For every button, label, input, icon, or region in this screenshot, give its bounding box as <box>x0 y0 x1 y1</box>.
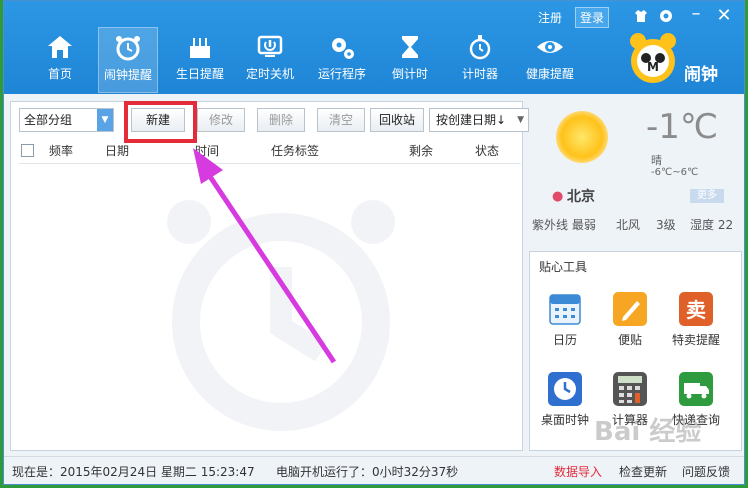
nav-alarm[interactable]: 闹钟提醒 <box>98 27 158 93</box>
tool-calendar[interactable]: 日历 <box>535 292 595 348</box>
baidu-watermark: Bai 经验 <box>594 417 702 447</box>
nav-label: 首页 <box>47 67 72 81</box>
column-header[interactable]: 任务标签 <box>271 142 319 159</box>
status-bar: 现在是：2015年02月24日 星期二 15:23:47 电脑开机运行了：0小时… <box>4 456 744 484</box>
home-icon <box>45 33 75 61</box>
tool-sticky-note[interactable]: 便贴 <box>600 292 660 348</box>
nav-label: 生日提醒 <box>175 67 224 81</box>
wind-level: 3级 <box>656 218 676 232</box>
highlight-box <box>124 101 197 143</box>
tool-sale[interactable]: 卖 特卖提醒 <box>666 292 726 348</box>
sunny-icon <box>556 111 608 163</box>
login-button[interactable]: 登录 <box>575 7 610 28</box>
sort-select[interactable]: 按创建日期↓ ▼ <box>429 108 529 132</box>
tool-desktop-clock[interactable]: 桌面时钟 <box>535 372 595 428</box>
eye-icon <box>535 33 565 61</box>
select-all-checkbox[interactable] <box>21 144 34 157</box>
nav-label: 计时器 <box>461 67 498 81</box>
nav-run-program[interactable]: 运行程序 <box>312 27 372 93</box>
nav-label: 健康提醒 <box>525 67 574 81</box>
group-select[interactable]: 全部分组 ▼ <box>19 108 114 132</box>
register-link[interactable]: 注册 <box>538 9 562 26</box>
calendar-icon <box>548 292 582 326</box>
group-select-value: 全部分组 <box>24 113 73 127</box>
uptime: 电脑开机运行了：0小时32分37秒 <box>276 465 459 479</box>
current-time: 现在是：2015年02月24日 星期二 15:23:47 <box>12 465 255 479</box>
app-window: 注册 登录 – ✕ 首页 闹钟提醒 生日提醒 定时关机 运行程序 倒计时 计时器… <box>0 0 748 488</box>
tool-label: 便贴 <box>617 333 642 347</box>
stopwatch-icon <box>465 33 495 61</box>
nav-home[interactable]: 首页 <box>30 27 90 93</box>
nav-shutdown[interactable]: 定时关机 <box>240 27 300 93</box>
delivery-truck-icon <box>679 372 713 406</box>
hourglass-icon <box>395 33 425 61</box>
location-pin-icon: ● <box>552 189 564 204</box>
nav-label: 倒计时 <box>391 67 428 81</box>
feedback-link[interactable]: 问题反馈 <box>682 463 730 480</box>
nav-countdown[interactable]: 倒计时 <box>380 27 440 93</box>
close-icon[interactable]: ✕ <box>715 7 733 25</box>
uv-index: 紫外线 最弱 <box>532 218 596 232</box>
weather-widget: -1℃ 晴 -6℃~6℃ ● 北京 更多 紫外线 最弱 北风 3级 湿度 22 <box>526 101 744 236</box>
temperature-range: -6℃~6℃ <box>651 167 699 178</box>
sort-select-value: 按创建日期↓ <box>436 113 507 127</box>
chevron-down-icon: ▼ <box>517 115 524 125</box>
recycle-bin-button[interactable]: 回收站 <box>370 108 424 132</box>
column-header[interactable]: 状态 <box>475 142 499 159</box>
power-icon <box>255 33 285 61</box>
settings-gear-icon[interactable] <box>657 7 675 25</box>
birthday-cake-icon <box>185 33 215 61</box>
alarm-list-panel: 全部分组 ▼ 新建 修改 删除 清空 回收站 按创建日期↓ ▼ 频率 日期 时间… <box>10 101 529 451</box>
wind-direction: 北风 <box>616 218 641 232</box>
column-header[interactable]: 剩余 <box>409 142 433 159</box>
svg-text:M: M <box>647 60 659 74</box>
column-header[interactable]: 日期 <box>105 142 129 159</box>
temperature: -1℃ <box>646 107 719 147</box>
nav-birthday[interactable]: 生日提醒 <box>170 27 230 93</box>
table-header: 频率 日期 时间 任务标签 剩余 状态 <box>19 139 521 164</box>
humidity: 湿度 22 <box>690 218 734 232</box>
alarm-clock-icon <box>113 34 143 62</box>
empty-state-clock-watermark <box>161 182 401 442</box>
gears-icon <box>327 33 357 61</box>
more-weather-button[interactable]: 更多 <box>690 189 724 203</box>
tool-label: 特卖提醒 <box>671 333 720 347</box>
delete-button[interactable]: 删除 <box>257 108 305 132</box>
sticky-note-icon <box>613 292 647 326</box>
tool-label: 日历 <box>552 333 577 347</box>
column-header[interactable]: 时间 <box>195 142 219 159</box>
column-header[interactable]: 频率 <box>49 142 73 159</box>
minimize-icon[interactable]: – <box>687 5 705 23</box>
logo-text: 闹钟 <box>684 65 718 85</box>
app-frame: 注册 登录 – ✕ 首页 闹钟提醒 生日提醒 定时关机 运行程序 倒计时 计时器… <box>3 0 745 485</box>
city-name[interactable]: 北京 <box>567 186 595 206</box>
chevron-down-icon[interactable]: ▼ <box>97 109 113 131</box>
nav-label: 定时关机 <box>245 67 294 81</box>
clear-button[interactable]: 清空 <box>317 108 365 132</box>
weather-condition: 晴 <box>651 154 662 167</box>
header-bar: 注册 登录 – ✕ 首页 闹钟提醒 生日提醒 定时关机 运行程序 倒计时 计时器… <box>4 1 744 94</box>
svg-text:卖: 卖 <box>686 298 706 322</box>
nav-label: 闹钟提醒 <box>103 68 152 82</box>
calculator-icon <box>613 372 647 406</box>
edit-button[interactable]: 修改 <box>197 108 245 132</box>
check-update-link[interactable]: 检查更新 <box>619 463 667 480</box>
tools-title: 贴心工具 <box>539 260 588 274</box>
nav-label: 运行程序 <box>317 67 366 81</box>
data-import-link[interactable]: 数据导入 <box>554 463 602 480</box>
nav-timer[interactable]: 计时器 <box>450 27 510 93</box>
nav-health[interactable]: 健康提醒 <box>520 27 580 93</box>
tool-label: 桌面时钟 <box>540 413 589 427</box>
sale-icon: 卖 <box>679 292 713 326</box>
skin-icon[interactable] <box>632 7 650 25</box>
desktop-clock-icon <box>548 372 582 406</box>
